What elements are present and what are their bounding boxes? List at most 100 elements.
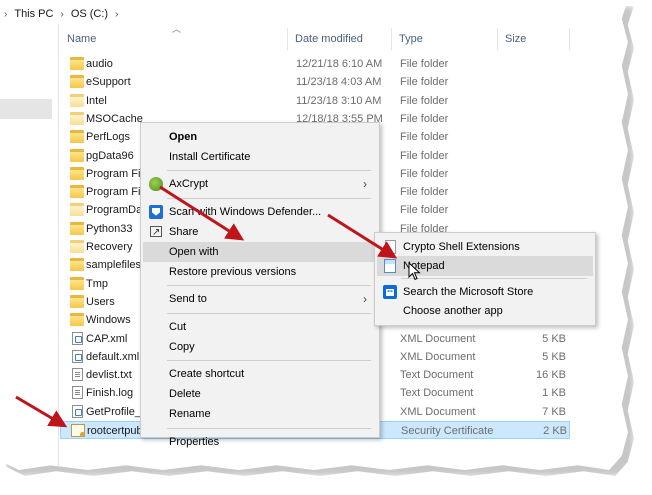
column-name[interactable]: Name (60, 28, 288, 50)
file-row[interactable]: audio 12/21/18 6:10 AM File folder (60, 55, 570, 73)
xml-file-icon (72, 404, 83, 418)
chevron-right-icon: › (363, 292, 367, 307)
file-size (500, 128, 566, 146)
menu-item-crypto-shell-extensions[interactable]: Crypto Shell Extensions (377, 237, 593, 257)
menu-item-label: Install Certificate (169, 151, 251, 164)
menu-item-install-certificate[interactable]: Install Certificate (143, 147, 377, 167)
menu-item-label: Cut (169, 320, 187, 333)
folder-icon (70, 166, 84, 180)
menu-item-label: Open (169, 131, 198, 143)
menu-separator (401, 278, 587, 279)
menu-item-label: Rename (169, 408, 211, 421)
file-type: Text Document (400, 387, 474, 400)
menu-item-open-with[interactable]: Open with (143, 242, 377, 262)
menu-item-choose-another-app[interactable]: Choose another app (377, 301, 593, 321)
menu-item-create-shortcut[interactable]: Create shortcut (143, 364, 377, 384)
menu-item-label: Choose another app (403, 305, 503, 317)
store-icon (383, 285, 397, 299)
file-type: Text Document (400, 369, 474, 382)
chevron-right-icon[interactable]: › (0, 9, 11, 20)
menu-item-delete[interactable]: Delete (143, 384, 377, 404)
menu-item-label: Crypto Shell Extensions (403, 241, 520, 253)
file-type: File folder (400, 112, 449, 125)
file-size: 5 KB (542, 350, 566, 363)
file-date: 11/23/18 4:03 AM (296, 76, 382, 89)
menu-item-send-to[interactable]: Send to › (143, 289, 377, 309)
folder-icon (70, 57, 84, 70)
file-size: 2 KB (543, 425, 567, 437)
file-date: 11/23/18 3:10 AM (296, 94, 382, 107)
file-type: File folder (400, 204, 449, 217)
column-size[interactable]: Size (498, 28, 570, 50)
navigation-pane[interactable] (0, 24, 59, 470)
folder-icon (70, 221, 84, 235)
folder-icon (70, 75, 84, 89)
chevron-right-icon: › (363, 177, 367, 192)
chevron-right-icon[interactable]: › (111, 9, 122, 20)
menu-item-copy[interactable]: Copy (143, 337, 377, 357)
file-size: 1 KB (542, 387, 566, 400)
file-explorer-window: › This PC › OS (C:) › ︿ Name Date modifi… (0, 0, 628, 470)
file-size: 16 KB (536, 369, 566, 382)
folder-icon (70, 276, 84, 290)
file-size (500, 110, 566, 128)
menu-item-label: Delete (169, 388, 201, 401)
column-header: ︿ Name Date modified Type Size (60, 24, 580, 50)
column-date-modified[interactable]: Date modified (288, 28, 392, 50)
folder-icon (70, 185, 84, 199)
defender-icon (149, 204, 163, 219)
file-type: File folder (400, 94, 449, 107)
menu-item-restore-previous-versions[interactable]: Restore previous versions (143, 262, 377, 282)
menu-separator (167, 360, 371, 361)
menu-separator (167, 427, 371, 429)
menu-item-label: Scan with Windows Defender... (169, 205, 322, 218)
menu-separator (167, 312, 371, 314)
share-icon (150, 223, 162, 243)
folder-icon (70, 294, 84, 308)
file-size (500, 73, 566, 91)
column-type[interactable]: Type (392, 28, 498, 50)
certificate-icon (71, 424, 85, 437)
menu-item-label: Share (169, 225, 199, 238)
menu-item-properties[interactable]: Properties (143, 432, 377, 452)
file-size (500, 147, 566, 165)
file-size: 7 KB (542, 405, 566, 418)
context-menu: Open Install Certificate AxCrypt › Scan with… (140, 122, 380, 448)
crypto-icon (385, 240, 396, 254)
menu-item-cut[interactable]: Cut (143, 317, 377, 337)
menu-item-label: Restore previous versions (169, 266, 297, 279)
folder-icon (70, 130, 84, 144)
menu-item-label: Create shortcut (169, 368, 245, 380)
menu-item-open[interactable]: Open (143, 127, 377, 147)
chevron-right-icon[interactable]: › (56, 9, 67, 20)
axcrypt-icon (149, 177, 163, 192)
menu-item-share[interactable]: Share (143, 222, 377, 243)
mouse-cursor-icon (408, 262, 421, 281)
menu-item-axcrypt[interactable]: AxCrypt › (143, 174, 377, 194)
breadcrumb-this-pc[interactable]: This PC (11, 8, 56, 20)
menu-item-label: Properties (169, 435, 220, 448)
menu-separator (167, 285, 371, 287)
file-row[interactable]: eSupport 11/23/18 4:03 AM File folder (60, 73, 570, 91)
breadcrumb-os-c[interactable]: OS (C:) (68, 8, 111, 20)
menu-item-search-the-microsoft-store[interactable]: Search the Microsoft Store (377, 282, 593, 302)
file-type: Security Certificate (401, 425, 494, 437)
menu-item-scan-with-windows-defender[interactable]: Scan with Windows Defender... (143, 202, 377, 222)
folder-icon (70, 93, 84, 107)
menu-item-rename[interactable]: Rename (143, 404, 377, 424)
menu-separator (167, 197, 371, 199)
file-type: File folder (400, 76, 449, 89)
file-name: Intel (86, 94, 107, 107)
menu-separator (167, 170, 371, 172)
file-type: File folder (400, 131, 449, 144)
folder-icon (70, 111, 84, 125)
nav-selected-item[interactable] (0, 99, 52, 119)
menu-item-label: Open with (169, 246, 219, 258)
file-size (500, 165, 566, 183)
file-row[interactable]: Intel 11/23/18 3:10 AM File folder (60, 92, 570, 110)
menu-item-label: Copy (169, 340, 195, 353)
file-size (500, 183, 566, 201)
folder-icon (70, 148, 84, 162)
folder-icon (70, 313, 84, 327)
file-type: File folder (400, 167, 449, 180)
